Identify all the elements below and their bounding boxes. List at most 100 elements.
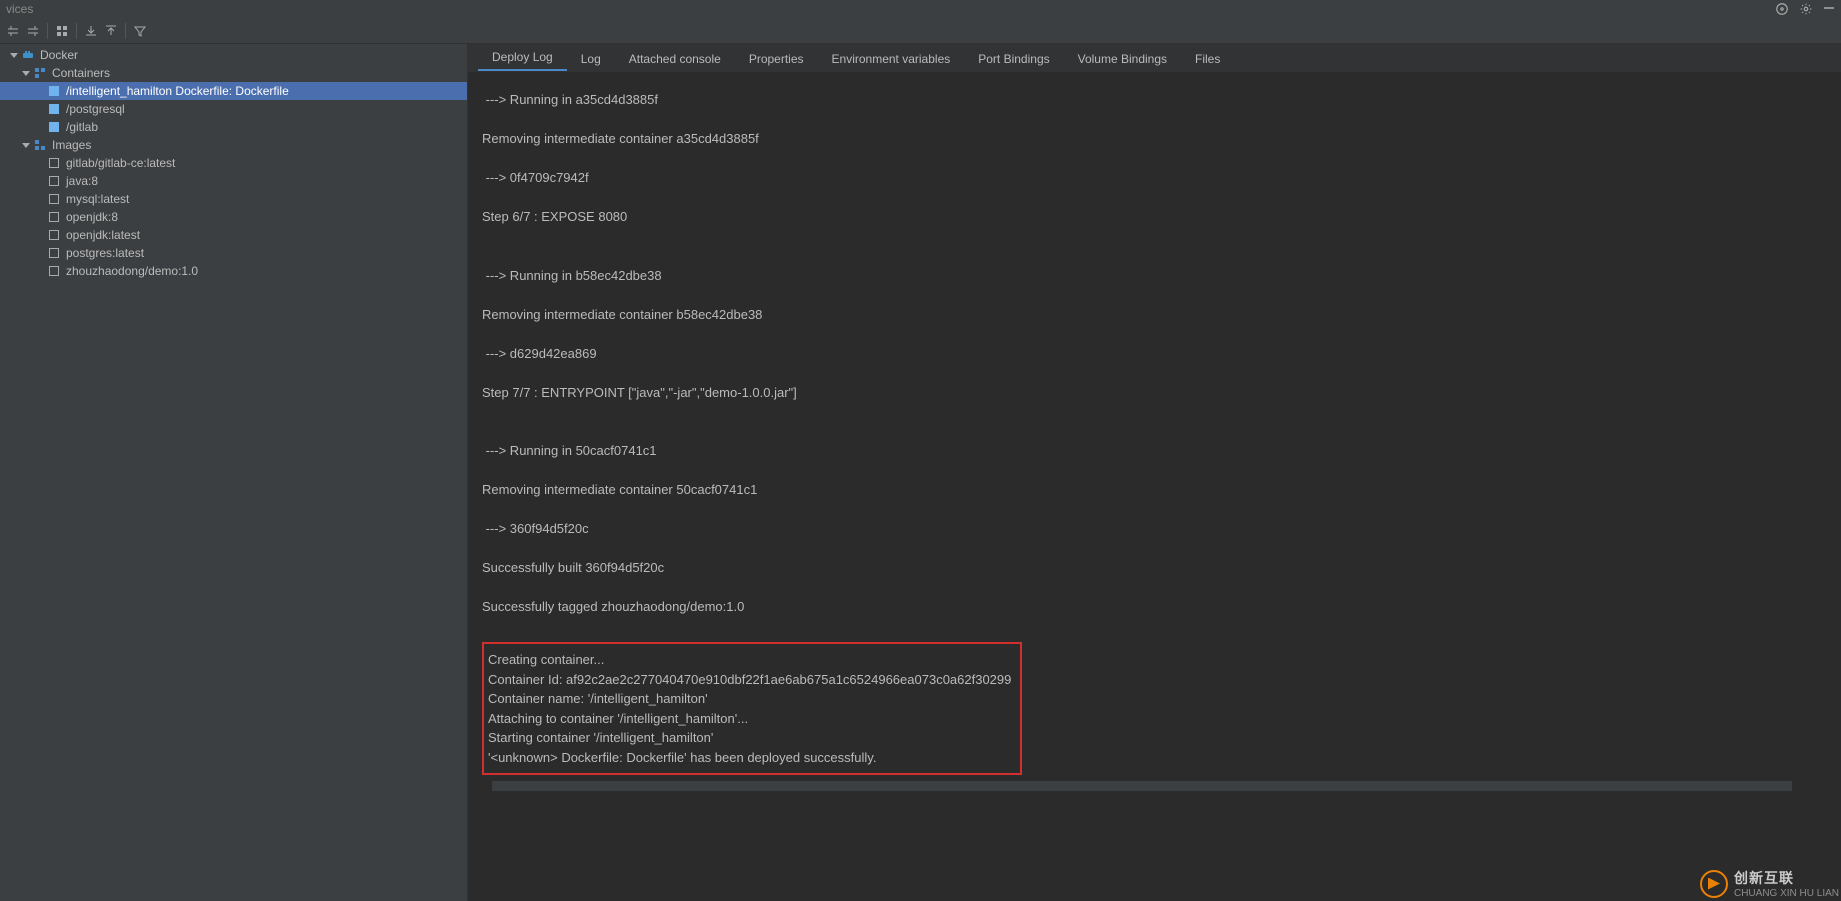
toolbar-separator [125, 23, 126, 39]
log-line: Attaching to container '/intelligent_ham… [488, 709, 1016, 729]
tree-spacer [34, 103, 46, 115]
log-line: ---> Running in a35cd4d3885f [482, 90, 1841, 110]
tree-node-image[interactable]: openjdk:8 [0, 208, 467, 226]
tree-label: mysql:latest [66, 192, 129, 206]
tree-label: Containers [52, 66, 110, 80]
log-line: ---> Running in b58ec42dbe38 [482, 266, 1841, 286]
filter-icon[interactable] [131, 22, 149, 40]
log-line: Removing intermediate container 50cacf07… [482, 480, 1841, 500]
tree-node-container[interactable]: /intelligent_hamilton Dockerfile: Docker… [0, 82, 467, 100]
tree-node-image[interactable]: mysql:latest [0, 190, 467, 208]
log-line: ---> 0f4709c7942f [482, 168, 1841, 188]
tree-node-image[interactable]: java:8 [0, 172, 467, 190]
watermark-logo-icon [1700, 870, 1728, 898]
deploy-success-highlight: Creating container...Container Id: af92c… [482, 642, 1022, 775]
watermark-subtitle: CHUANG XIN HU LIAN [1734, 888, 1839, 899]
export-icon[interactable] [102, 22, 120, 40]
tree-label: /postgresql [66, 102, 125, 116]
image-icon [48, 265, 60, 277]
tree-spacer [34, 157, 46, 169]
log-line [482, 246, 1841, 266]
log-line: '<unknown> Dockerfile: Dockerfile' has b… [488, 748, 1016, 768]
image-icon [48, 157, 60, 169]
tree-node-docker[interactable]: Docker [0, 46, 467, 64]
container-icon [48, 85, 60, 97]
log-line: Step 7/7 : ENTRYPOINT ["java","-jar","de… [482, 383, 1841, 403]
watermark: 创新互联 CHUANG XIN HU LIAN [1700, 868, 1839, 899]
tree-node-image[interactable]: zhouzhaodong/demo:1.0 [0, 262, 467, 280]
tab-port-bindings[interactable]: Port Bindings [964, 47, 1063, 71]
gear-icon[interactable] [1799, 2, 1813, 16]
tree-label: zhouzhaodong/demo:1.0 [66, 264, 198, 278]
log-line: Container Id: af92c2ae2c277040470e910dbf… [488, 670, 1016, 690]
log-line [482, 617, 1841, 637]
tab-deploy-log[interactable]: Deploy Log [478, 45, 567, 71]
log-line [482, 422, 1841, 442]
log-line: ---> Running in 50cacf0741c1 [482, 441, 1841, 461]
tree-spacer [34, 211, 46, 223]
tree-node-container[interactable]: /gitlab [0, 118, 467, 136]
log-line [482, 188, 1841, 208]
tree-label: /intelligent_hamilton Dockerfile: Docker… [66, 84, 289, 98]
tree-spacer [34, 175, 46, 187]
services-tree[interactable]: Docker Containers /intelligent_hamilton … [0, 44, 468, 901]
image-icon [48, 211, 60, 223]
tab-log[interactable]: Log [567, 47, 615, 71]
content-panel: Deploy Log Log Attached console Properti… [468, 44, 1841, 901]
expand-all-icon[interactable] [4, 22, 22, 40]
tree-node-image[interactable]: postgres:latest [0, 244, 467, 262]
chevron-down-icon [20, 139, 32, 151]
image-icon [48, 175, 60, 187]
container-icon [48, 103, 60, 115]
tree-spacer [34, 265, 46, 277]
log-line: Removing intermediate container a35cd4d3… [482, 129, 1841, 149]
window-title: vices [6, 2, 33, 16]
toolbar-separator [76, 23, 77, 39]
ide-settings-icon[interactable] [1775, 2, 1789, 16]
tree-label: openjdk:8 [66, 210, 118, 224]
log-line [482, 539, 1841, 559]
tree-node-image[interactable]: openjdk:latest [0, 226, 467, 244]
tab-files[interactable]: Files [1181, 47, 1234, 71]
tree-node-container[interactable]: /postgresql [0, 100, 467, 118]
tree-node-image[interactable]: gitlab/gitlab-ce:latest [0, 154, 467, 172]
tree-spacer [34, 121, 46, 133]
log-line: Creating container... [488, 650, 1016, 670]
log-line [482, 110, 1841, 130]
containers-icon [34, 67, 46, 79]
tree-node-containers[interactable]: Containers [0, 64, 467, 82]
log-line [482, 461, 1841, 481]
tab-properties[interactable]: Properties [735, 47, 818, 71]
tree-spacer [34, 193, 46, 205]
horizontal-scrollbar[interactable] [492, 781, 1792, 791]
log-line [482, 578, 1841, 598]
deploy-log-output[interactable]: ---> Running in a35cd4d3885f Removing in… [468, 72, 1841, 901]
tab-env-variables[interactable]: Environment variables [818, 47, 965, 71]
tree-spacer [34, 85, 46, 97]
tree-label: postgres:latest [66, 246, 144, 260]
image-icon [48, 247, 60, 259]
group-by-icon[interactable] [53, 22, 71, 40]
container-icon [48, 121, 60, 133]
tree-label: openjdk:latest [66, 228, 140, 242]
chevron-down-icon [20, 67, 32, 79]
tree-label: Images [52, 138, 91, 152]
collapse-all-icon[interactable] [24, 22, 42, 40]
minimize-icon[interactable] [1823, 2, 1835, 16]
log-line: Successfully tagged zhouzhaodong/demo:1.… [482, 597, 1841, 617]
log-line: ---> d629d42ea869 [482, 344, 1841, 364]
tree-node-images[interactable]: Images [0, 136, 467, 154]
image-icon [48, 229, 60, 241]
docker-icon [22, 49, 34, 61]
log-line: Step 6/7 : EXPOSE 8080 [482, 207, 1841, 227]
tree-spacer [34, 229, 46, 241]
log-line: Container name: '/intelligent_hamilton' [488, 689, 1016, 709]
tab-attached-console[interactable]: Attached console [615, 47, 735, 71]
chevron-down-icon [8, 49, 20, 61]
tab-volume-bindings[interactable]: Volume Bindings [1064, 47, 1181, 71]
toolbar-separator [47, 23, 48, 39]
log-line: ---> 360f94d5f20c [482, 519, 1841, 539]
log-line: Starting container '/intelligent_hamilto… [488, 728, 1016, 748]
tree-spacer [34, 247, 46, 259]
import-icon[interactable] [82, 22, 100, 40]
